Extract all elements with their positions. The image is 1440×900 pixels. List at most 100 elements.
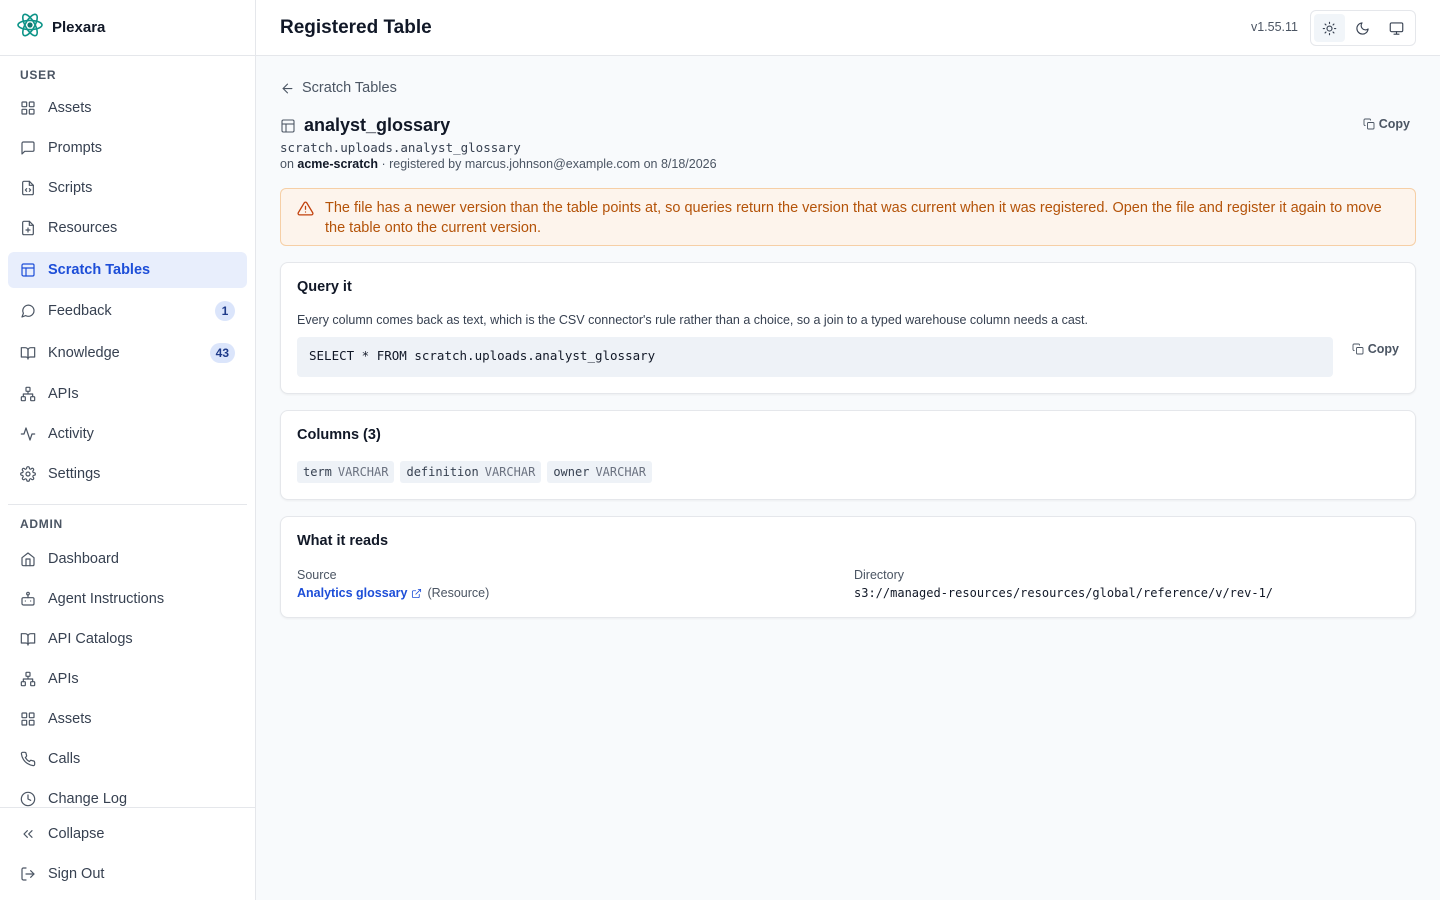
sidebar-item-change-log[interactable]: Change Log: [8, 781, 247, 807]
column-name: definition: [406, 465, 479, 479]
section-label-user: USER: [20, 68, 57, 82]
sidebar-item-dashboard[interactable]: Dashboard: [8, 541, 247, 577]
sidebar-item-settings[interactable]: Settings: [8, 456, 247, 492]
source-link[interactable]: Analytics glossary: [297, 586, 407, 600]
sign-out-button[interactable]: Sign Out: [8, 856, 247, 892]
network-icon: [20, 386, 36, 402]
sidebar-item-scratch-tables[interactable]: Scratch Tables: [8, 252, 247, 288]
brand[interactable]: Plexara: [0, 0, 255, 56]
file-plus-icon: [22, 220, 34, 236]
sidebar-item-label: Calls: [48, 751, 81, 767]
columns-card: Columns (3) term VARCHAR definition VARC…: [280, 410, 1416, 500]
book-open-icon: [20, 347, 36, 360]
column-chips: term VARCHAR definition VARCHAR owner VA…: [297, 461, 653, 483]
clock-icon: [20, 791, 36, 807]
sidebar-item-calls[interactable]: Calls: [8, 741, 247, 777]
sidebar-item-prompts[interactable]: Prompts: [8, 130, 247, 166]
sidebar-item-label: APIs: [48, 386, 79, 402]
system-theme-button[interactable]: [1381, 14, 1412, 42]
column-chip: term VARCHAR: [297, 461, 395, 483]
sidebar-item-label: Dashboard: [48, 551, 119, 567]
column-name: term: [303, 465, 332, 479]
qualified-name: scratch.uploads.analyst_glossary: [280, 140, 521, 155]
grid-icon: [21, 712, 35, 726]
message-square-icon: [21, 141, 35, 155]
directory-label: Directory: [854, 568, 905, 582]
source-kind: (Resource): [427, 586, 490, 600]
meta-suffix: · registered by marcus.johnson@example.c…: [381, 157, 717, 171]
stale-version-alert: The file has a newer version than the ta…: [280, 188, 1416, 246]
sidebar-item-label: Agent Instructions: [48, 591, 165, 607]
sun-icon: [1322, 21, 1337, 35]
copy-icon: [1363, 118, 1375, 130]
sidebar-item-label: Scratch Tables: [48, 262, 151, 278]
sidebar-item-resources[interactable]: Resources: [8, 210, 247, 246]
sidebar-item-label: Feedback: [48, 303, 112, 319]
app-name: Plexara: [52, 19, 106, 36]
sidebar-item-admin-assets[interactable]: Assets: [8, 701, 247, 737]
column-chip: definition VARCHAR: [400, 461, 542, 483]
plexara-logo-icon: [16, 11, 44, 44]
sidebar-item-label: Assets: [48, 100, 92, 116]
activity-icon: [20, 427, 36, 441]
source-value: Analytics glossary (Resource): [297, 586, 489, 600]
sidebar-nav[interactable]: USER Assets Prompts Scripts Resources Sc…: [0, 56, 255, 807]
table-name: analyst_glossary: [304, 115, 451, 135]
sidebar-item-assets[interactable]: Assets: [8, 90, 247, 126]
column-name: owner: [553, 465, 590, 479]
top-header: Registered Table v1.55.11: [256, 0, 1440, 56]
moon-icon: [1356, 21, 1370, 35]
sidebar-item-label: APIs: [48, 671, 79, 687]
sidebar-item-label: Assets: [48, 711, 92, 727]
sidebar-item-knowledge[interactable]: Knowledge 43: [8, 335, 247, 371]
page-title: Registered Table: [280, 16, 432, 38]
query-card-title: Query it: [297, 279, 352, 295]
dark-theme-button[interactable]: [1347, 14, 1378, 42]
sidebar-footer: Collapse Sign Out: [0, 807, 255, 900]
network-icon: [20, 671, 36, 687]
columns-card-title: Columns (3): [297, 427, 381, 443]
copy-icon: [1352, 343, 1364, 355]
table-heading: analyst_glossary: [280, 115, 450, 136]
chevrons-left-icon: [23, 830, 33, 838]
sidebar-item-activity[interactable]: Activity: [8, 416, 247, 452]
table-icon: [281, 118, 295, 133]
query-card: Query it Every column comes back as text…: [280, 262, 1416, 394]
column-type: VARCHAR: [337, 465, 389, 479]
copy-name-button[interactable]: Copy: [1363, 117, 1410, 131]
source-label: Source: [297, 568, 337, 582]
book-open-icon: [20, 633, 36, 646]
collapse-button[interactable]: Collapse: [8, 816, 247, 852]
sidebar-item-label: Prompts: [48, 140, 102, 156]
sidebar-item-apis[interactable]: APIs: [8, 376, 247, 412]
registration-meta: on acme-scratch · registered by marcus.j…: [280, 157, 717, 171]
query-description: Every column comes back as text, which i…: [297, 313, 1088, 327]
sidebar-item-admin-apis[interactable]: APIs: [8, 661, 247, 697]
sidebar-item-label: Resources: [48, 220, 118, 236]
theme-toggle: [1310, 10, 1416, 46]
file-code-icon: [22, 180, 34, 196]
sidebar-item-scripts[interactable]: Scripts: [8, 170, 247, 206]
back-link[interactable]: Scratch Tables: [280, 80, 397, 96]
sidebar-item-agent-instructions[interactable]: Agent Instructions: [8, 581, 247, 617]
column-type: VARCHAR: [595, 465, 647, 479]
knowledge-count-badge: 43: [209, 343, 235, 363]
sidebar-item-label: Activity: [48, 426, 94, 442]
sidebar-item-api-catalogs[interactable]: API Catalogs: [8, 621, 247, 657]
sidebar-item-feedback[interactable]: Feedback 1: [8, 293, 247, 329]
sidebar-item-label: Knowledge: [48, 345, 120, 361]
monitor-icon: [1389, 21, 1404, 35]
copy-query-button[interactable]: Copy: [1352, 342, 1399, 356]
light-theme-button[interactable]: [1314, 14, 1346, 42]
sidebar-item-label: Scripts: [48, 180, 93, 196]
arrow-left-icon: [282, 83, 293, 93]
sidebar-item-label: API Catalogs: [48, 631, 133, 647]
section-label-admin: ADMIN: [20, 517, 63, 531]
sidebar: Plexara USER Assets Prompts Scripts Reso…: [0, 0, 256, 900]
phone-icon: [20, 751, 36, 767]
sidebar-item-label: Settings: [48, 466, 101, 482]
table-icon: [21, 263, 35, 277]
gear-icon: [20, 466, 36, 482]
main-content: Scratch Tables analyst_glossary Copy scr…: [256, 56, 1440, 900]
sql-snippet[interactable]: SELECT * FROM scratch.uploads.analyst_gl…: [297, 337, 1333, 377]
